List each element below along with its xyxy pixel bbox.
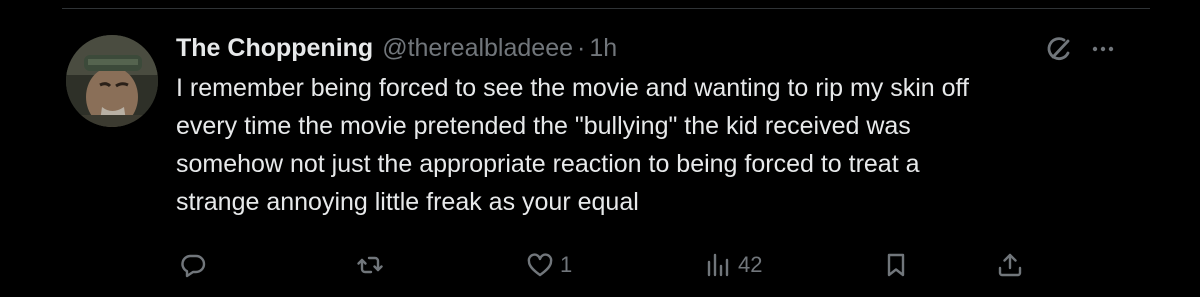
tweet-text-line: strange annoying little freak as your eq… [176, 188, 639, 216]
repost-icon [356, 251, 384, 279]
reply-icon [179, 251, 207, 279]
views-count: 42 [738, 252, 763, 277]
heart-icon [526, 251, 554, 279]
tweet-text-line: somehow not just the appropriate reactio… [176, 150, 920, 178]
timestamp[interactable]: 1h [589, 34, 617, 63]
repost-button[interactable] [356, 247, 384, 283]
display-name[interactable]: The Choppening [176, 34, 373, 63]
share-icon [996, 251, 1024, 279]
grok-icon[interactable] [1044, 34, 1074, 64]
avatar-image [66, 35, 158, 127]
share-button[interactable] [996, 247, 1024, 283]
more-icon[interactable] [1090, 37, 1116, 61]
avatar[interactable] [66, 35, 158, 127]
views-button[interactable]: 42 [704, 247, 762, 283]
like-button[interactable]: 1 [526, 247, 572, 283]
tweet-header: The Choppening @therealbladeee · 1h [176, 29, 617, 67]
reply-button[interactable] [179, 247, 207, 283]
tweet-text-line: every time the movie pretended the "bull… [176, 112, 911, 140]
like-count: 1 [560, 252, 573, 277]
top-divider [62, 8, 1150, 9]
action-bar: 1 42 [0, 247, 1200, 283]
bookmark-button[interactable] [882, 247, 910, 283]
handle[interactable]: @therealbladeee [382, 34, 573, 63]
bookmark-icon [882, 251, 910, 279]
tweet-text-line: I remember being forced to see the movie… [176, 74, 969, 102]
separator-dot: · [577, 33, 586, 62]
tweet-text: I remember being forced to see the movie… [176, 69, 1156, 221]
views-icon [704, 251, 732, 279]
